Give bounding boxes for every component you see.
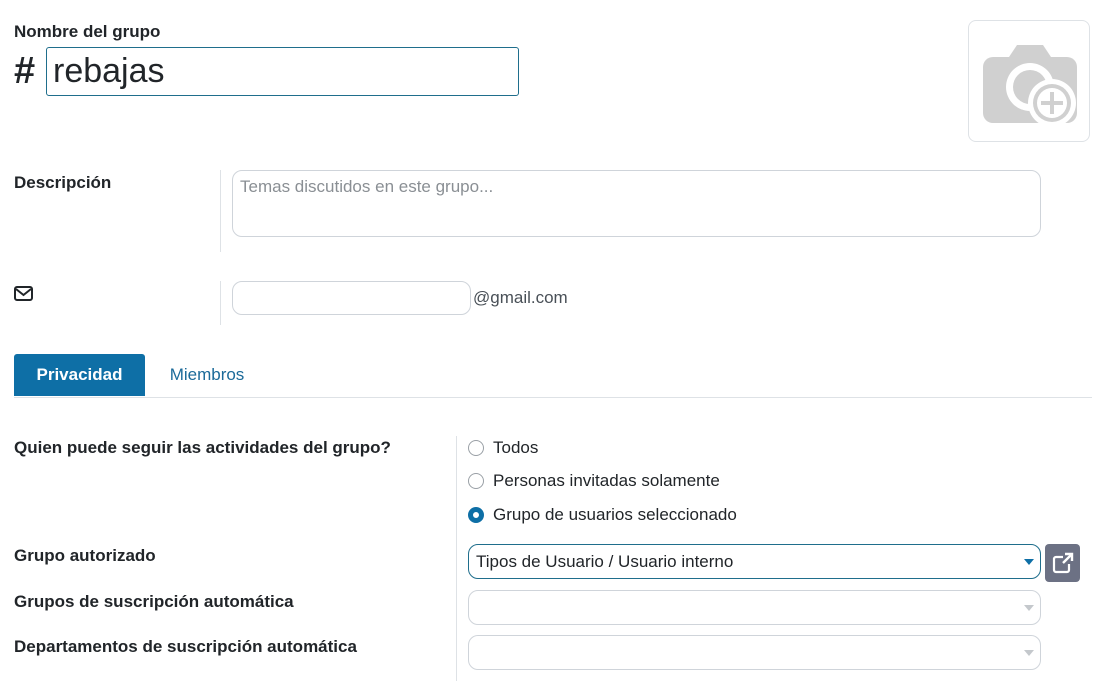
authorized-group-label: Grupo autorizado: [14, 546, 156, 565]
chevron-down-icon: [1024, 650, 1034, 656]
email-alias-input[interactable]: [232, 281, 471, 315]
auto-subscription-departments-label: Departamentos de suscripción automática: [14, 637, 357, 656]
tabs-divider: [14, 397, 1092, 398]
auto-subscription-departments-select[interactable]: [468, 635, 1041, 670]
radio-option-todos[interactable]: Todos: [468, 438, 538, 458]
radio-button-checked[interactable]: [468, 507, 484, 523]
authorized-group-value: Tipos de Usuario / Usuario interno: [476, 552, 734, 571]
description-label: Descripción: [14, 173, 112, 192]
email-domain-suffix: @gmail.com: [473, 288, 568, 307]
tab-members[interactable]: Miembros: [145, 354, 269, 396]
hash-prefix: #: [14, 50, 36, 92]
radio-button[interactable]: [468, 440, 484, 456]
divider: [220, 170, 221, 252]
external-link-icon: [1052, 552, 1074, 574]
envelope-icon: [14, 286, 33, 306]
radio-option-selected-group[interactable]: Grupo de usuarios seleccionado: [468, 505, 737, 525]
group-name-input[interactable]: rebajas: [46, 47, 519, 96]
divider: [456, 436, 457, 681]
radio-label: Grupo de usuarios seleccionado: [493, 505, 737, 524]
divider: [220, 281, 221, 325]
chevron-down-icon: [1024, 559, 1034, 565]
chevron-down-icon: [1024, 605, 1034, 611]
follow-activities-label: Quien puede seguir las actividades del g…: [14, 438, 391, 457]
tab-privacy[interactable]: Privacidad: [14, 354, 145, 396]
radio-label: Personas invitadas solamente: [493, 471, 720, 490]
camera-add-icon: [983, 45, 1077, 127]
radio-button[interactable]: [468, 473, 484, 489]
auto-subscription-groups-select[interactable]: [468, 590, 1041, 625]
group-image-upload[interactable]: [968, 20, 1090, 142]
group-name-label: Nombre del grupo: [14, 22, 161, 41]
external-link-button[interactable]: [1045, 544, 1080, 582]
radio-label: Todos: [493, 438, 539, 457]
authorized-group-select[interactable]: Tipos de Usuario / Usuario interno: [468, 544, 1041, 579]
auto-subscription-groups-label: Grupos de suscripción automática: [14, 592, 294, 611]
radio-option-invited[interactable]: Personas invitadas solamente: [468, 471, 720, 491]
description-textarea[interactable]: Temas discutidos en este grupo...: [232, 170, 1041, 237]
